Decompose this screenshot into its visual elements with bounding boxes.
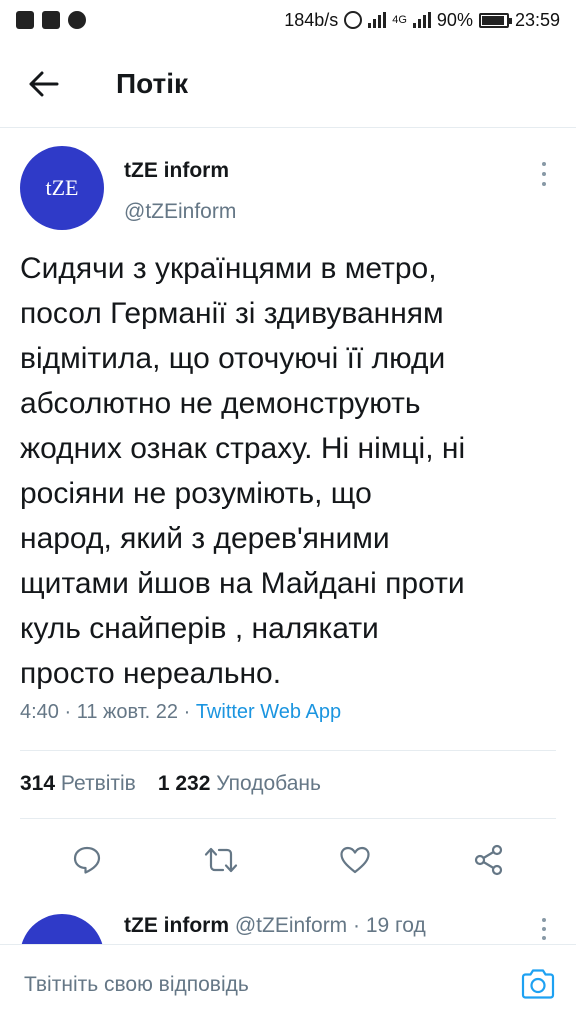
tweet-time: 4:40 [20, 701, 59, 723]
tweet-date: 11 жовт. 22 [76, 701, 179, 723]
author-name[interactable]: tZE inform [124, 159, 229, 183]
network-label: 4G [392, 14, 407, 26]
camera-icon [521, 969, 555, 999]
arrow-left-icon [29, 71, 59, 96]
meta-separator: · [353, 914, 366, 937]
avatar[interactable] [20, 914, 104, 944]
avatar-text: tZE [45, 175, 79, 200]
more-options-button[interactable] [534, 918, 554, 940]
tweet-text: Сидячи з українцями в метро, посол Герма… [20, 252, 466, 690]
viber-icon [68, 11, 86, 29]
reply-icon [73, 846, 101, 874]
tweet-actions [20, 838, 556, 882]
battery-fill [481, 15, 504, 25]
divider [20, 818, 556, 819]
likes-label: Уподобань [216, 772, 321, 795]
gallery-icon [42, 11, 60, 29]
author-handle[interactable]: @tZEinform [124, 200, 236, 224]
reply-age: 19 год [365, 914, 426, 937]
retweets-stat[interactable]: 314 Ретвітів [20, 772, 136, 795]
meta-separator: · [64, 701, 77, 723]
reply-input[interactable]: Твітніть свою відповідь [24, 973, 249, 997]
signal-icon [412, 12, 431, 28]
facebook-icon [16, 11, 34, 29]
clock-time: 23:59 [514, 9, 560, 30]
meta-separator: · [183, 701, 196, 723]
tweet-stats: 314 Ретвітів 1 232 Уподобань [20, 772, 321, 796]
reply-button[interactable] [63, 838, 111, 882]
tweet-source-link[interactable]: Twitter Web App [196, 701, 341, 723]
tweet-meta: 4:40 · 11 жовт. 22 · Twitter Web App [20, 701, 341, 724]
avatar[interactable]: tZE [20, 146, 104, 230]
retweet-button[interactable] [197, 838, 245, 882]
reply-preview[interactable]: tZE inform @tZEinform · 19 год [0, 898, 576, 944]
battery-icon [478, 12, 512, 28]
likes-count: 1 232 [157, 772, 211, 795]
reply-author-name: tZE inform [124, 914, 229, 937]
alarm-icon [344, 11, 363, 29]
header: Потік [0, 40, 576, 128]
back-button[interactable] [16, 56, 72, 112]
like-button[interactable] [331, 838, 379, 882]
like-icon [340, 846, 370, 874]
likes-stat[interactable]: 1 232 Уподобань [158, 772, 321, 795]
more-options-button[interactable] [534, 162, 554, 186]
retweets-count: 314 [20, 772, 56, 795]
divider [20, 750, 556, 751]
battery-percent: 90% [436, 9, 473, 30]
reply-author-handle: @tZEinform [234, 914, 348, 937]
camera-button[interactable] [520, 967, 556, 1001]
retweets-label: Ретвітів [60, 772, 136, 795]
net-speed: 184b/s [284, 9, 339, 30]
reply-compose-bar: Твітніть свою відповідь [0, 944, 576, 1024]
retweet-icon [204, 847, 238, 873]
share-icon [474, 844, 503, 876]
page-title: Потік [116, 67, 189, 99]
signal-icon [368, 12, 387, 28]
reply-header: tZE inform @tZEinform · 19 год [124, 914, 426, 938]
status-bar: 184b/s 4G 90% 23:59 [0, 0, 576, 40]
share-button[interactable] [465, 838, 513, 882]
